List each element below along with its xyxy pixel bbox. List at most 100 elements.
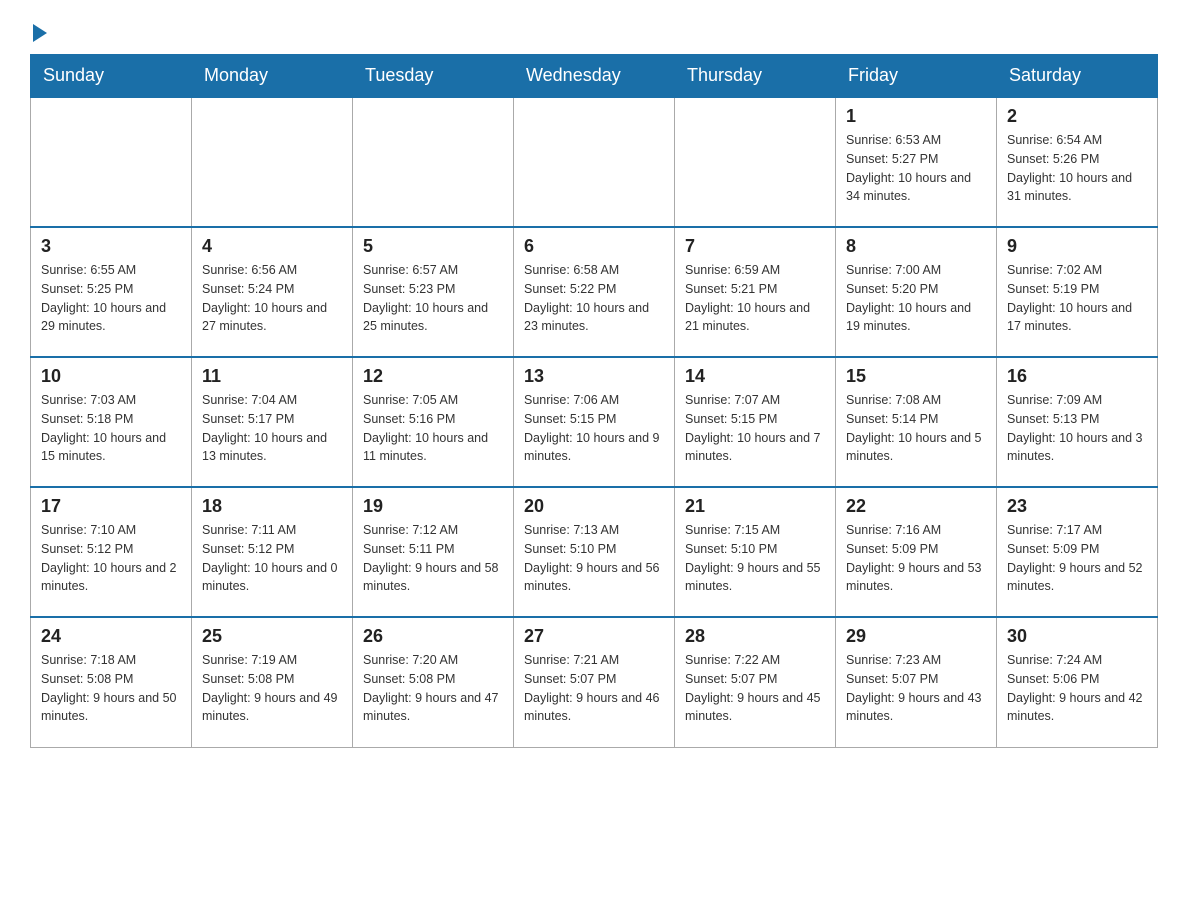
weekday-header-tuesday: Tuesday xyxy=(353,55,514,98)
day-number: 22 xyxy=(846,496,986,517)
day-number: 30 xyxy=(1007,626,1147,647)
day-number: 18 xyxy=(202,496,342,517)
week-row-3: 10 Sunrise: 7:03 AMSunset: 5:18 PMDayligh… xyxy=(31,357,1158,487)
day-number: 9 xyxy=(1007,236,1147,257)
day-cell: 11 Sunrise: 7:04 AMSunset: 5:17 PMDayligh… xyxy=(192,357,353,487)
day-info: Sunrise: 7:15 AMSunset: 5:10 PMDaylight:… xyxy=(685,521,825,596)
day-cell: 13 Sunrise: 7:06 AMSunset: 5:15 PMDayligh… xyxy=(514,357,675,487)
day-cell xyxy=(31,97,192,227)
day-number: 11 xyxy=(202,366,342,387)
day-cell: 7 Sunrise: 6:59 AMSunset: 5:21 PMDaylight… xyxy=(675,227,836,357)
day-cell: 18Sunrise: 7:11 AMSunset: 5:12 PMDayligh… xyxy=(192,487,353,617)
day-info: Sunrise: 7:17 AMSunset: 5:09 PMDaylight:… xyxy=(1007,521,1147,596)
day-info: Sunrise: 6:58 AMSunset: 5:22 PMDaylight:… xyxy=(524,261,664,336)
day-cell: 22 Sunrise: 7:16 AMSunset: 5:09 PMDayligh… xyxy=(836,487,997,617)
day-number: 26 xyxy=(363,626,503,647)
day-info: Sunrise: 6:55 AMSunset: 5:25 PMDaylight:… xyxy=(41,261,181,336)
day-cell: 29 Sunrise: 7:23 AMSunset: 5:07 PMDayligh… xyxy=(836,617,997,747)
day-info: Sunrise: 6:56 AMSunset: 5:24 PMDaylight:… xyxy=(202,261,342,336)
day-cell: 9 Sunrise: 7:02 AMSunset: 5:19 PMDaylight… xyxy=(997,227,1158,357)
weekday-header-sunday: Sunday xyxy=(31,55,192,98)
day-info: Sunrise: 7:16 AMSunset: 5:09 PMDaylight:… xyxy=(846,521,986,596)
day-number: 3 xyxy=(41,236,181,257)
day-info: Sunrise: 7:03 AMSunset: 5:18 PMDaylight:… xyxy=(41,391,181,466)
day-number: 6 xyxy=(524,236,664,257)
day-number: 20 xyxy=(524,496,664,517)
logo-arrow-icon xyxy=(33,24,47,42)
calendar-table: SundayMondayTuesdayWednesdayThursdayFrid… xyxy=(30,54,1158,748)
day-number: 7 xyxy=(685,236,825,257)
day-info: Sunrise: 7:07 AMSunset: 5:15 PMDaylight:… xyxy=(685,391,825,466)
day-cell: 2 Sunrise: 6:54 AMSunset: 5:26 PMDaylight… xyxy=(997,97,1158,227)
page-header xyxy=(30,20,1158,34)
day-cell: 10 Sunrise: 7:03 AMSunset: 5:18 PMDayligh… xyxy=(31,357,192,487)
day-info: Sunrise: 7:00 AMSunset: 5:20 PMDaylight:… xyxy=(846,261,986,336)
day-info: Sunrise: 7:05 AMSunset: 5:16 PMDaylight:… xyxy=(363,391,503,466)
day-cell: 12 Sunrise: 7:05 AMSunset: 5:16 PMDayligh… xyxy=(353,357,514,487)
day-number: 28 xyxy=(685,626,825,647)
weekday-header-row: SundayMondayTuesdayWednesdayThursdayFrid… xyxy=(31,55,1158,98)
day-info: Sunrise: 7:04 AMSunset: 5:17 PMDaylight:… xyxy=(202,391,342,466)
day-number: 8 xyxy=(846,236,986,257)
day-number: 25 xyxy=(202,626,342,647)
day-number: 4 xyxy=(202,236,342,257)
day-cell: 8 Sunrise: 7:00 AMSunset: 5:20 PMDaylight… xyxy=(836,227,997,357)
day-info: Sunrise: 7:24 AMSunset: 5:06 PMDaylight:… xyxy=(1007,651,1147,726)
day-cell: 14Sunrise: 7:07 AMSunset: 5:15 PMDayligh… xyxy=(675,357,836,487)
day-cell: 28 Sunrise: 7:22 AMSunset: 5:07 PMDayligh… xyxy=(675,617,836,747)
day-info: Sunrise: 7:20 AMSunset: 5:08 PMDaylight:… xyxy=(363,651,503,726)
day-number: 15 xyxy=(846,366,986,387)
day-cell: 5 Sunrise: 6:57 AMSunset: 5:23 PMDaylight… xyxy=(353,227,514,357)
logo xyxy=(30,20,47,34)
weekday-header-monday: Monday xyxy=(192,55,353,98)
day-number: 5 xyxy=(363,236,503,257)
day-number: 24 xyxy=(41,626,181,647)
day-cell: 6 Sunrise: 6:58 AMSunset: 5:22 PMDaylight… xyxy=(514,227,675,357)
day-number: 17 xyxy=(41,496,181,517)
day-cell xyxy=(353,97,514,227)
day-cell: 17 Sunrise: 7:10 AMSunset: 5:12 PMDayligh… xyxy=(31,487,192,617)
day-cell xyxy=(514,97,675,227)
day-info: Sunrise: 7:13 AMSunset: 5:10 PMDaylight:… xyxy=(524,521,664,596)
day-number: 16 xyxy=(1007,366,1147,387)
day-cell: 20 Sunrise: 7:13 AMSunset: 5:10 PMDayligh… xyxy=(514,487,675,617)
day-number: 12 xyxy=(363,366,503,387)
day-number: 13 xyxy=(524,366,664,387)
weekday-header-saturday: Saturday xyxy=(997,55,1158,98)
day-info: Sunrise: 6:53 AMSunset: 5:27 PMDaylight:… xyxy=(846,131,986,206)
day-info: Sunrise: 7:12 AMSunset: 5:11 PMDaylight:… xyxy=(363,521,503,596)
week-row-4: 17 Sunrise: 7:10 AMSunset: 5:12 PMDayligh… xyxy=(31,487,1158,617)
day-info: Sunrise: 7:02 AMSunset: 5:19 PMDaylight:… xyxy=(1007,261,1147,336)
day-cell xyxy=(675,97,836,227)
day-number: 19 xyxy=(363,496,503,517)
day-number: 29 xyxy=(846,626,986,647)
day-cell: 24Sunrise: 7:18 AMSunset: 5:08 PMDayligh… xyxy=(31,617,192,747)
day-number: 23 xyxy=(1007,496,1147,517)
day-number: 2 xyxy=(1007,106,1147,127)
weekday-header-thursday: Thursday xyxy=(675,55,836,98)
day-info: Sunrise: 7:19 AMSunset: 5:08 PMDaylight:… xyxy=(202,651,342,726)
day-number: 27 xyxy=(524,626,664,647)
day-cell: 3 Sunrise: 6:55 AMSunset: 5:25 PMDaylight… xyxy=(31,227,192,357)
day-info: Sunrise: 7:22 AMSunset: 5:07 PMDaylight:… xyxy=(685,651,825,726)
day-info: Sunrise: 7:06 AMSunset: 5:15 PMDaylight:… xyxy=(524,391,664,466)
day-number: 10 xyxy=(41,366,181,387)
week-row-1: 1 Sunrise: 6:53 AMSunset: 5:27 PMDaylight… xyxy=(31,97,1158,227)
day-info: Sunrise: 6:59 AMSunset: 5:21 PMDaylight:… xyxy=(685,261,825,336)
day-cell: 15 Sunrise: 7:08 AMSunset: 5:14 PMDayligh… xyxy=(836,357,997,487)
day-info: Sunrise: 7:23 AMSunset: 5:07 PMDaylight:… xyxy=(846,651,986,726)
day-cell: 19 Sunrise: 7:12 AMSunset: 5:11 PMDayligh… xyxy=(353,487,514,617)
day-info: Sunrise: 7:10 AMSunset: 5:12 PMDaylight:… xyxy=(41,521,181,596)
day-info: Sunrise: 6:54 AMSunset: 5:26 PMDaylight:… xyxy=(1007,131,1147,206)
day-cell: 25 Sunrise: 7:19 AMSunset: 5:08 PMDayligh… xyxy=(192,617,353,747)
day-info: Sunrise: 6:57 AMSunset: 5:23 PMDaylight:… xyxy=(363,261,503,336)
day-info: Sunrise: 7:08 AMSunset: 5:14 PMDaylight:… xyxy=(846,391,986,466)
day-cell: 26 Sunrise: 7:20 AMSunset: 5:08 PMDayligh… xyxy=(353,617,514,747)
day-number: 1 xyxy=(846,106,986,127)
day-number: 21 xyxy=(685,496,825,517)
day-cell: 4 Sunrise: 6:56 AMSunset: 5:24 PMDaylight… xyxy=(192,227,353,357)
weekday-header-wednesday: Wednesday xyxy=(514,55,675,98)
week-row-2: 3 Sunrise: 6:55 AMSunset: 5:25 PMDaylight… xyxy=(31,227,1158,357)
weekday-header-friday: Friday xyxy=(836,55,997,98)
day-info: Sunrise: 7:21 AMSunset: 5:07 PMDaylight:… xyxy=(524,651,664,726)
